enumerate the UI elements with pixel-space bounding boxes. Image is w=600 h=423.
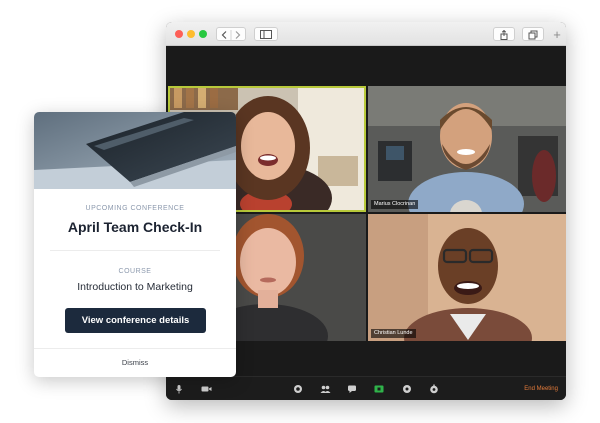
maximize-window-button[interactable] [199, 30, 207, 38]
card-hero-image [34, 112, 236, 189]
smartphone-image [34, 112, 236, 189]
camera-icon[interactable] [201, 384, 212, 394]
video-tile-participant-4[interactable]: Christian Lunde [368, 214, 566, 341]
participant-name-tag: Marius Clocrinan [371, 200, 419, 209]
reactions-icon[interactable] [402, 384, 412, 394]
meeting-controls-bar: End Meeting [166, 376, 566, 400]
upcoming-conference-card: UPCOMING CONFERENCE April Team Check-In … [34, 112, 236, 377]
conference-title: April Team Check-In [67, 219, 203, 235]
share-screen-icon[interactable] [293, 384, 303, 394]
tabs-overview-button[interactable] [522, 27, 544, 41]
view-conference-details-button[interactable]: View conference details [65, 308, 206, 333]
sidebar-icon [260, 30, 272, 39]
settings-icon[interactable] [429, 384, 439, 394]
course-label: COURSE [118, 268, 152, 275]
new-tab-button[interactable]: + [550, 28, 564, 42]
card-divider [50, 250, 220, 251]
participants-icon[interactable] [320, 384, 331, 394]
participant-4-video [368, 214, 566, 341]
close-window-button[interactable] [175, 30, 183, 38]
chat-icon[interactable] [347, 384, 357, 394]
course-name: Introduction to Marketing [77, 281, 193, 293]
participant-name-tag: Christian Lunde [371, 329, 416, 338]
minimize-window-button[interactable] [187, 30, 195, 38]
card-footer-divider [34, 348, 236, 349]
tabs-icon [528, 30, 538, 40]
dismiss-button[interactable]: Dismiss [34, 358, 236, 368]
end-meeting-button[interactable]: End Meeting [524, 385, 558, 393]
chevron-left-icon[interactable] [221, 31, 227, 39]
microphone-icon[interactable] [174, 384, 184, 394]
chevron-right-icon[interactable] [235, 31, 241, 39]
video-tile-participant-2[interactable]: Marius Clocrinan [368, 86, 566, 212]
record-icon[interactable] [374, 384, 384, 394]
share-icon [500, 30, 508, 40]
share-button[interactable] [493, 27, 515, 41]
card-eyebrow: UPCOMING CONFERENCE [85, 205, 185, 212]
browser-titlebar: + [166, 22, 566, 46]
back-forward-group [216, 27, 246, 41]
sidebar-toggle-button[interactable] [254, 27, 278, 41]
participant-2-video [368, 86, 566, 212]
